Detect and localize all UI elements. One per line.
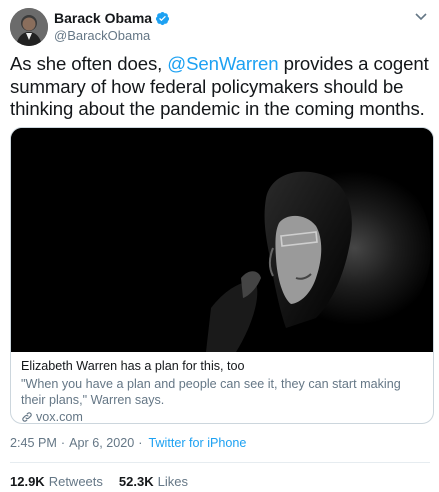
card-domain: vox.com: [21, 409, 426, 424]
retweets-count: 12.9K: [10, 474, 45, 489]
tweet-stats: 12.9K Retweets 52.3K Likes: [10, 474, 188, 489]
card-description: "When you have a plan and people can see…: [21, 377, 401, 407]
tweet-date[interactable]: Apr 6, 2020: [69, 436, 134, 450]
mention-link[interactable]: @SenWarren: [167, 53, 278, 74]
card-title: Elizabeth Warren has a plan for this, to…: [21, 359, 245, 373]
meta-separator: ·: [60, 436, 66, 450]
likes-count: 52.3K: [118, 474, 154, 489]
tweet-meta: 2:45 PM · Apr 6, 2020 · Twitter for iPho…: [10, 436, 246, 450]
author-names: Barack Obama @BarackObama: [54, 10, 170, 43]
tweet-header: Barack Obama @BarackObama: [10, 8, 430, 48]
verified-badge-icon: [155, 11, 170, 26]
display-name-row: Barack Obama: [54, 10, 170, 26]
retweets-stat[interactable]: 12.9K Retweets: [10, 474, 103, 489]
divider: [10, 462, 430, 463]
tweet-text: As she often does, @SenWarren provides a…: [10, 53, 430, 121]
link-icon: [21, 411, 33, 423]
avatar[interactable]: [10, 8, 48, 46]
meta-separator-2: ·: [138, 436, 143, 450]
likes-stat[interactable]: 52.3K Likes: [119, 474, 188, 489]
tweet-text-before: As she often does,: [10, 53, 168, 74]
chevron-down-icon[interactable]: [414, 12, 428, 22]
link-card[interactable]: Elizabeth Warren has a plan for this, to…: [10, 127, 434, 424]
likes-label: Likes: [157, 474, 188, 489]
card-image[interactable]: [11, 128, 433, 352]
card-photo: [11, 128, 433, 352]
author-handle[interactable]: @BarackObama: [54, 28, 170, 43]
card-body: Elizabeth Warren has a plan for this, to…: [21, 358, 426, 424]
retweets-label: Retweets: [48, 474, 103, 489]
card-domain-text: vox.com: [36, 410, 83, 424]
display-name[interactable]: Barack Obama: [54, 10, 152, 26]
avatar-photo: [10, 8, 48, 46]
tweet-time[interactable]: 2:45 PM: [10, 436, 57, 450]
tweet-source-link[interactable]: Twitter for iPhone: [148, 436, 246, 450]
